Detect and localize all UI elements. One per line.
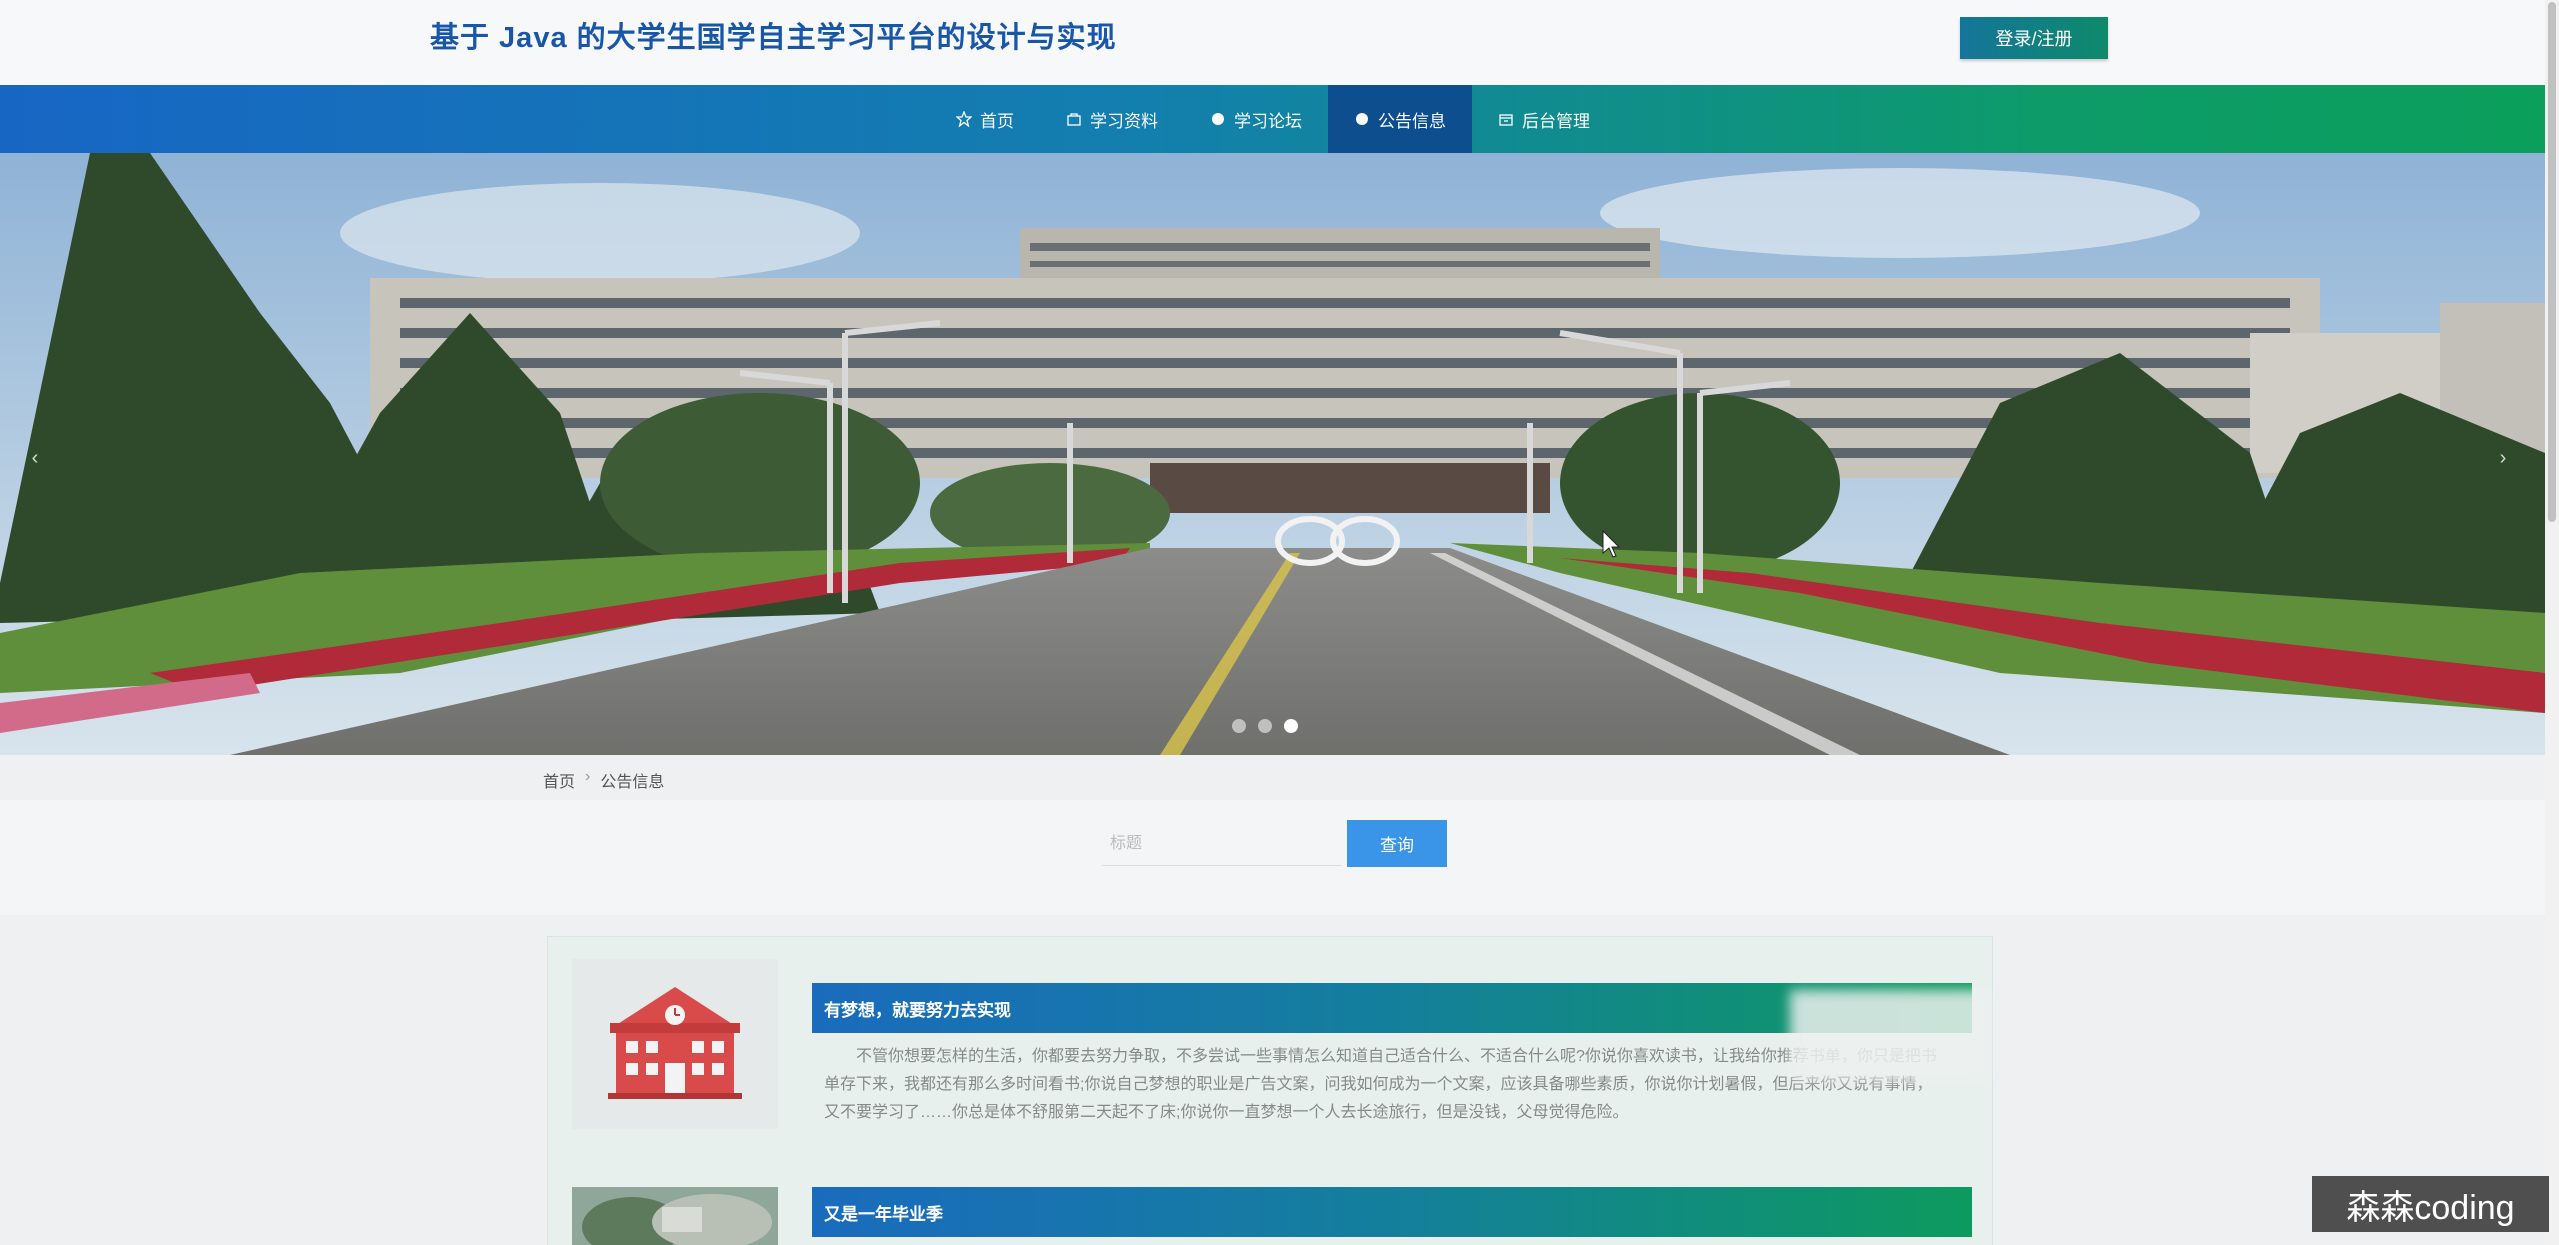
carousel-prev-arrow[interactable]: ‹ (20, 443, 50, 473)
nav-item-admin[interactable]: 后台管理 (1472, 85, 1616, 153)
nav-item-label: 首页 (980, 111, 1014, 131)
nav-item-label: 学习资料 (1090, 111, 1158, 131)
scrollbar-thumb[interactable] (2548, 2, 2556, 522)
login-register-button[interactable]: 登录/注册 (1960, 17, 2108, 59)
nav-item-announcements[interactable]: 公告信息 (1328, 85, 1472, 153)
carousel-dot-3[interactable] (1284, 719, 1298, 733)
nav-item-label: 公告信息 (1378, 111, 1446, 131)
top-header: 基于 Java 的大学生国学自主学习平台的设计与实现 登录/注册 (0, 0, 2545, 85)
search-button[interactable]: 查询 (1347, 820, 1447, 867)
carousel-dot-1[interactable] (1232, 719, 1246, 733)
nav-item-forum[interactable]: 学习论坛 (1184, 85, 1328, 153)
notice-card[interactable]: 有梦想，就要努力去实现 不管你想要怎样的生活，你都要去努力争取，不多尝试一些事情… (572, 959, 1972, 1149)
title-search-input[interactable] (1102, 822, 1342, 866)
notice-summary: 不管你想要怎样的生活，你都要去努力争取，不多尝试一些事情怎么知道自己适合什么、不… (824, 1048, 1937, 1121)
notice-title[interactable]: 又是一年毕业季 (812, 1187, 1972, 1237)
notice-list: 有梦想，就要努力去实现 不管你想要怎样的生活，你都要去努力争取，不多尝试一些事情… (547, 936, 1993, 1245)
star-icon (956, 111, 972, 127)
bag-icon (1066, 111, 1082, 127)
blur-overlay (1790, 990, 1990, 1080)
site-title: 基于 Java 的大学生国学自主学习平台的设计与实现 (430, 22, 1117, 54)
carousel-next-arrow[interactable]: › (2488, 443, 2518, 473)
breadcrumb-current: 公告信息 (600, 774, 665, 791)
notice-thumbnail[interactable] (572, 1187, 778, 1245)
circle-icon (1354, 111, 1370, 127)
breadcrumb: 首页 › 公告信息 (543, 768, 664, 792)
banner-carousel[interactable]: ‹ › (0, 153, 2545, 755)
carousel-indicators (1232, 719, 1298, 733)
graduation-photo (572, 1187, 778, 1245)
breadcrumb-separator: › (585, 768, 591, 785)
page-scrollbar[interactable] (2545, 0, 2559, 1245)
watermark: 森森coding (2312, 1176, 2549, 1232)
school-building-icon (572, 959, 778, 1129)
circle-icon (1210, 111, 1226, 127)
campus-photo (0, 153, 2545, 755)
search-area: 查询 (0, 800, 2545, 915)
notice-card[interactable]: 又是一年毕业季 (572, 1187, 1972, 1245)
notice-thumbnail[interactable] (572, 959, 778, 1129)
carousel-dot-2[interactable] (1258, 719, 1272, 733)
nav-item-home[interactable]: 首页 (930, 85, 1040, 153)
nav-item-label: 学习论坛 (1234, 111, 1302, 131)
breadcrumb-home[interactable]: 首页 (543, 768, 575, 792)
nav-item-study-materials[interactable]: 学习资料 (1040, 85, 1184, 153)
box-icon (1498, 111, 1514, 127)
main-nav: 首页 学习资料 学习论坛 公告信息 后台管理 (0, 85, 2545, 153)
nav-item-label: 后台管理 (1522, 111, 1590, 131)
